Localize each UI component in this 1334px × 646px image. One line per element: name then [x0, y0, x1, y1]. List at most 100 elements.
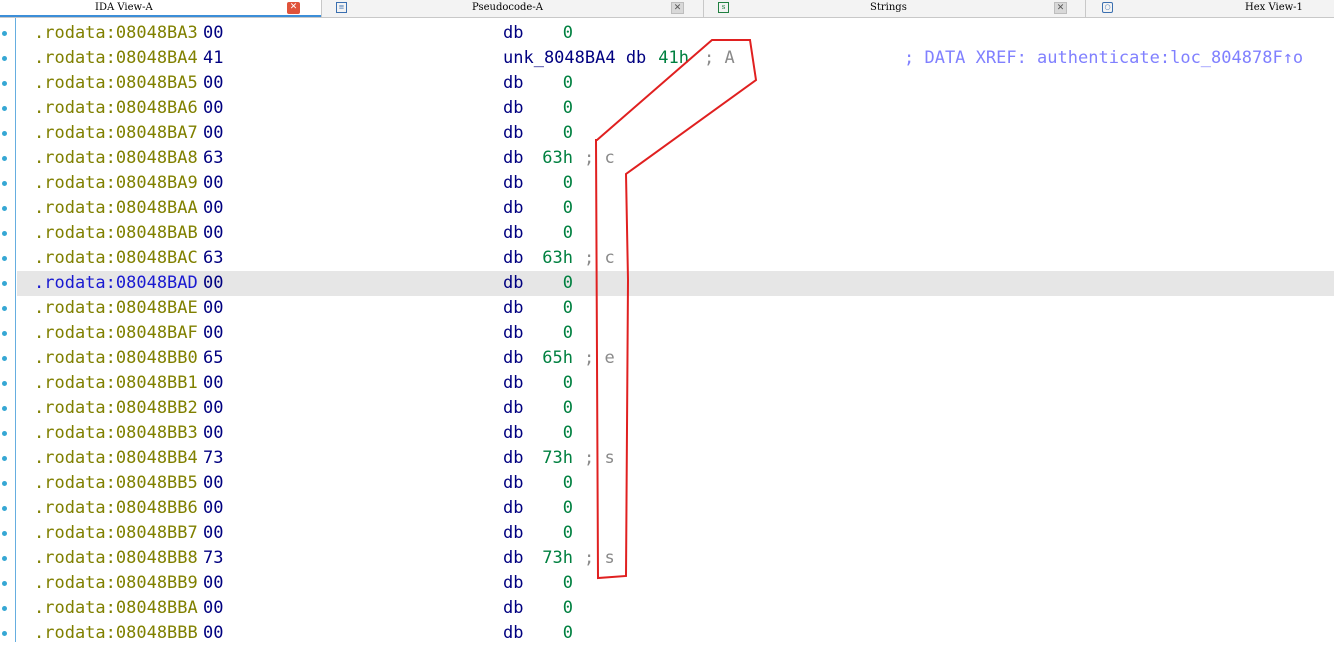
- tab-pseudocode-a[interactable]: ≡ Pseudocode-A ✕: [322, 0, 703, 17]
- breakpoint-dot[interactable]: [2, 206, 7, 211]
- instruction: db: [503, 623, 524, 643]
- disassembly-view[interactable]: .rodata:08048BA3 00 db 0 .rodata:08048BA4 41 u…: [0, 18, 1334, 643]
- pseudocode-icon: ≡: [336, 2, 347, 13]
- breakpoint-dot[interactable]: [2, 231, 7, 236]
- breakpoint-dot[interactable]: [2, 331, 7, 336]
- hex-byte: 00: [203, 223, 224, 243]
- disasm-row[interactable]: .rodata:08048BA3 00 db 0: [17, 21, 1334, 46]
- disasm-row[interactable]: .rodata:08048BBA 00 db 0: [17, 596, 1334, 621]
- disasm-row[interactable]: .rodata:08048BA9 00 db 0: [17, 171, 1334, 196]
- instruction: db: [503, 298, 524, 318]
- disasm-row[interactable]: .rodata:08048BB1 00 db 0: [17, 371, 1334, 396]
- address: .rodata:08048BB9: [34, 573, 198, 593]
- address: .rodata:08048BB7: [34, 523, 198, 543]
- hex-byte: 00: [203, 498, 224, 518]
- comment: ; s: [584, 548, 615, 568]
- hex-byte: 00: [203, 523, 224, 543]
- disasm-row[interactable]: .rodata:08048BB6 00 db 0: [17, 496, 1334, 521]
- address: .rodata:08048BAF: [34, 323, 198, 343]
- operand-value: 73h: [542, 548, 573, 568]
- operand-value: 0: [562, 373, 573, 393]
- instruction: db: [503, 323, 524, 343]
- breakpoint-dot[interactable]: [2, 531, 7, 536]
- address: .rodata:08048BB1: [34, 373, 198, 393]
- disasm-row[interactable]: .rodata:08048BB5 00 db 0: [17, 471, 1334, 496]
- disasm-row[interactable]: .rodata:08048BA8 63 db 63h ; c: [17, 146, 1334, 171]
- operand-value: 65h: [542, 348, 573, 368]
- breakpoint-dot[interactable]: [2, 306, 7, 311]
- breakpoint-dot[interactable]: [2, 381, 7, 386]
- disasm-row[interactable]: .rodata:08048BAE 00 db 0: [17, 296, 1334, 321]
- disasm-row[interactable]: .rodata:08048BB7 00 db 0: [17, 521, 1334, 546]
- address: .rodata:08048BB5: [34, 473, 198, 493]
- breakpoint-dot[interactable]: [2, 506, 7, 511]
- breakpoint-dot[interactable]: [2, 481, 7, 486]
- disasm-row[interactable]: .rodata:08048BA6 00 db 0: [17, 96, 1334, 121]
- breakpoint-dot[interactable]: [2, 156, 7, 161]
- hex-byte: 00: [203, 173, 224, 193]
- disasm-row[interactable]: .rodata:08048BA5 00 db 0: [17, 71, 1334, 96]
- disasm-row[interactable]: .rodata:08048BB8 73 db 73h ; s: [17, 546, 1334, 571]
- comment: ; A: [704, 48, 735, 68]
- breakpoint-dot[interactable]: [2, 81, 7, 86]
- breakpoint-dot[interactable]: [2, 31, 7, 36]
- breakpoint-dot[interactable]: [2, 181, 7, 186]
- address: .rodata:08048BB8: [34, 548, 198, 568]
- breakpoint-dot[interactable]: [2, 281, 7, 286]
- comment: ; c: [584, 248, 615, 268]
- breakpoint-dot[interactable]: [2, 131, 7, 136]
- disasm-row[interactable]: .rodata:08048BAB 00 db 0: [17, 221, 1334, 246]
- hex-byte: 00: [203, 373, 224, 393]
- tab-strings[interactable]: s Strings ✕: [704, 0, 1085, 17]
- breakpoint-dot[interactable]: [2, 56, 7, 61]
- tab-hex-view-1[interactable]: ○ Hex View-1: [1086, 0, 1334, 17]
- address: .rodata:08048BA9: [34, 173, 198, 193]
- disasm-row[interactable]: .rodata:08048BAC 63 db 63h ; c: [17, 246, 1334, 271]
- disasm-row[interactable]: .rodata:08048BAD 00 db 0: [17, 271, 1334, 296]
- breakpoint-dot[interactable]: [2, 631, 7, 636]
- address: .rodata:08048BA8: [34, 148, 198, 168]
- operand-value: 0: [562, 73, 573, 93]
- instruction: db: [503, 348, 524, 368]
- operand-value: 0: [562, 598, 573, 618]
- breakpoint-dot[interactable]: [2, 256, 7, 261]
- operand-value: 0: [562, 23, 573, 43]
- disasm-row[interactable]: .rodata:08048BBB 00 db 0: [17, 621, 1334, 646]
- breakpoint-dot[interactable]: [2, 406, 7, 411]
- address: .rodata:08048BA5: [34, 73, 198, 93]
- breakpoint-dot[interactable]: [2, 556, 7, 561]
- disasm-row[interactable]: .rodata:08048BB0 65 db 65h ; e: [17, 346, 1334, 371]
- disasm-row[interactable]: .rodata:08048BAA 00 db 0: [17, 196, 1334, 221]
- disasm-row[interactable]: .rodata:08048BB9 00 db 0: [17, 571, 1334, 596]
- disasm-row[interactable]: .rodata:08048BAF 00 db 0: [17, 321, 1334, 346]
- operand-value: 0: [562, 173, 573, 193]
- breakpoint-dot[interactable]: [2, 581, 7, 586]
- disasm-row[interactable]: .rodata:08048BB4 73 db 73h ; s: [17, 446, 1334, 471]
- disasm-row[interactable]: .rodata:08048BA4 41 unk_8048BA4 db 41h ; A ; …: [17, 46, 1334, 71]
- disasm-row[interactable]: .rodata:08048BB3 00 db 0: [17, 421, 1334, 446]
- breakpoint-dot[interactable]: [2, 106, 7, 111]
- instruction: db: [503, 73, 524, 93]
- disasm-row[interactable]: .rodata:08048BA7 00 db 0: [17, 121, 1334, 146]
- hex-byte: 00: [203, 198, 224, 218]
- breakpoint-dot[interactable]: [2, 431, 7, 436]
- close-icon[interactable]: ✕: [671, 2, 684, 14]
- close-icon[interactable]: ✕: [287, 2, 300, 14]
- hex-byte: 63: [203, 248, 224, 268]
- xref-comment: ; DATA XREF: authenticate:loc_804878F↑o: [904, 48, 1304, 68]
- breakpoint-dot[interactable]: [2, 356, 7, 361]
- address: .rodata:08048BA3: [34, 23, 198, 43]
- operand-value: 0: [562, 273, 573, 293]
- address: .rodata:08048BAE: [34, 298, 198, 318]
- instruction: db: [503, 23, 524, 43]
- hex-byte: 00: [203, 73, 224, 93]
- tab-ida-view-a[interactable]: IDA View-A ✕: [0, 0, 321, 17]
- address: .rodata:08048BB4: [34, 448, 198, 468]
- disasm-row[interactable]: .rodata:08048BB2 00 db 0: [17, 396, 1334, 421]
- hex-byte: 00: [203, 298, 224, 318]
- close-icon[interactable]: ✕: [1054, 2, 1067, 14]
- breakpoint-dot[interactable]: [2, 456, 7, 461]
- operand-value: 0: [562, 223, 573, 243]
- operand-value: 0: [562, 523, 573, 543]
- breakpoint-dot[interactable]: [2, 606, 7, 611]
